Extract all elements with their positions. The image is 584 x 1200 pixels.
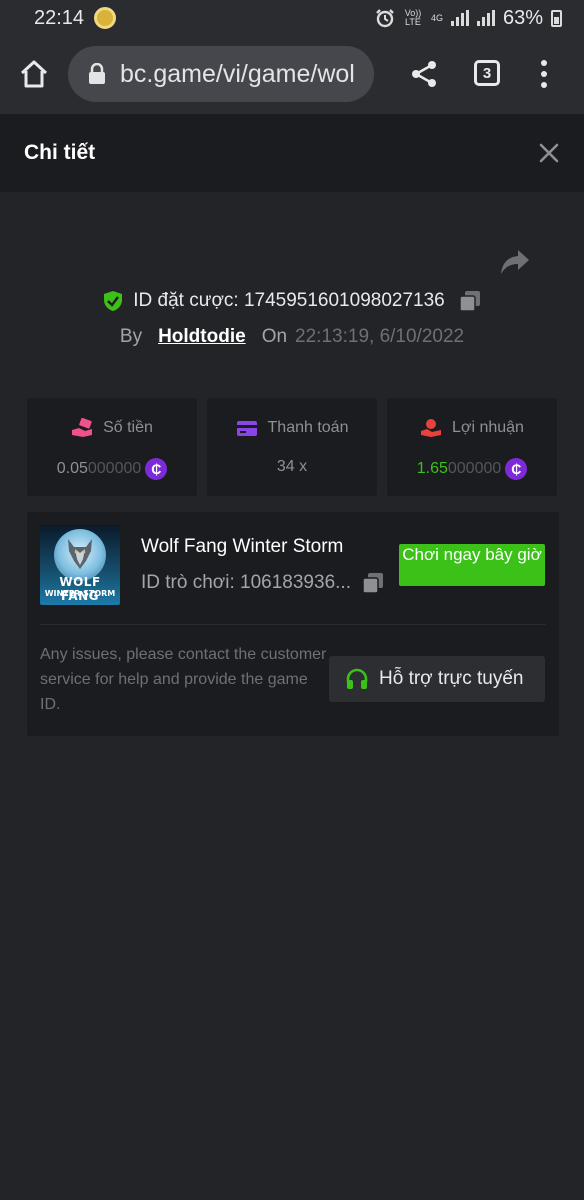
battery-icon	[551, 9, 562, 27]
clock: 22:14	[34, 6, 85, 29]
url-text: bc.game/vi/game/wol	[120, 59, 355, 88]
notification-badge-icon	[94, 7, 117, 29]
divider	[40, 624, 546, 625]
stat-amount-value-dim: 000000	[87, 460, 142, 477]
signal-icon-2	[476, 10, 495, 26]
signal-icon	[450, 10, 469, 26]
card-icon	[236, 421, 257, 436]
lock-icon	[89, 63, 105, 84]
stat-payout-value: 34 x	[276, 458, 308, 475]
username-link[interactable]: Holdtodie	[158, 326, 246, 348]
more-menu-icon[interactable]	[540, 60, 548, 88]
stat-profit-value-dim: 000000	[447, 460, 502, 477]
bet-id-row: ID đặt cược: 1745951601098027136	[0, 286, 584, 316]
thumbnail-subtitle-text: WINTER STORM	[44, 589, 116, 598]
stat-amount-value: 0.05	[56, 460, 88, 477]
browser-toolbar: bc.game/vi/game/wol 3	[0, 36, 584, 114]
coin-icon: ₵	[145, 458, 168, 480]
status-bar: 22:14 Vo)) LTE 4G 63%	[0, 0, 584, 36]
battery-percent: 63%	[502, 6, 543, 29]
by-label: By	[119, 326, 143, 347]
stat-amount-label: Số tiền	[103, 419, 153, 436]
bet-id-text: ID đặt cược: 1745951601098027136	[133, 290, 445, 311]
share-icon[interactable]	[410, 60, 438, 88]
headset-icon	[346, 668, 368, 689]
alarm-icon	[376, 9, 394, 28]
network-indicator: 4G	[430, 12, 443, 23]
game-id-text: ID trò chơi: 106183936...	[141, 572, 351, 593]
live-support-label: Hỗ trợ trực tuyến	[379, 668, 524, 689]
live-support-button[interactable]: Hỗ trợ trực tuyến	[329, 656, 545, 702]
details-header: Chi tiết	[0, 114, 584, 192]
copy-icon[interactable]	[458, 290, 481, 312]
stat-profit-value: 1.65	[416, 460, 448, 477]
game-card: WOLF FANG WINTER STORM Wolf Fang Winter …	[27, 512, 559, 736]
address-bar[interactable]: bc.game/vi/game/wol	[68, 46, 374, 102]
coin-icon-profit: ₵	[505, 458, 528, 480]
money-hand-icon	[72, 418, 93, 437]
forward-share-icon[interactable]	[500, 248, 530, 276]
play-now-button[interactable]: Chơi ngay bây giờ	[399, 544, 545, 586]
copy-icon[interactable]	[362, 572, 384, 594]
stat-profit-label: Lợi nhuận	[452, 419, 524, 436]
game-title: Wolf Fang Winter Storm	[141, 536, 344, 557]
game-thumbnail[interactable]: WOLF FANG WINTER STORM	[40, 525, 120, 605]
close-icon[interactable]	[538, 142, 560, 164]
bet-datetime: 22:13:19, 6/10/2022	[295, 326, 465, 347]
on-label: On	[261, 326, 288, 347]
volte-indicator: Vo)) LTE	[404, 8, 422, 27]
profit-hand-icon	[421, 419, 442, 437]
page-title: Chi tiết	[24, 141, 96, 164]
stat-profit-card: Lợi nhuận 1.65000000 ₵	[387, 398, 557, 496]
shield-check-icon	[104, 291, 123, 311]
bet-meta-row: By Holdtodie On 22:13:19, 6/10/2022	[0, 322, 584, 352]
tabs-icon[interactable]: 3	[474, 60, 500, 86]
stat-payout-label: Thanh toán	[267, 419, 349, 436]
wolf-icon	[68, 539, 92, 569]
support-note: Any issues, please contact the customer …	[40, 646, 327, 713]
stat-payout-card: Thanh toán 34 x	[207, 398, 377, 496]
home-icon[interactable]	[18, 58, 50, 90]
stat-amount-card: Số tiền 0.05000000 ₵	[27, 398, 197, 496]
